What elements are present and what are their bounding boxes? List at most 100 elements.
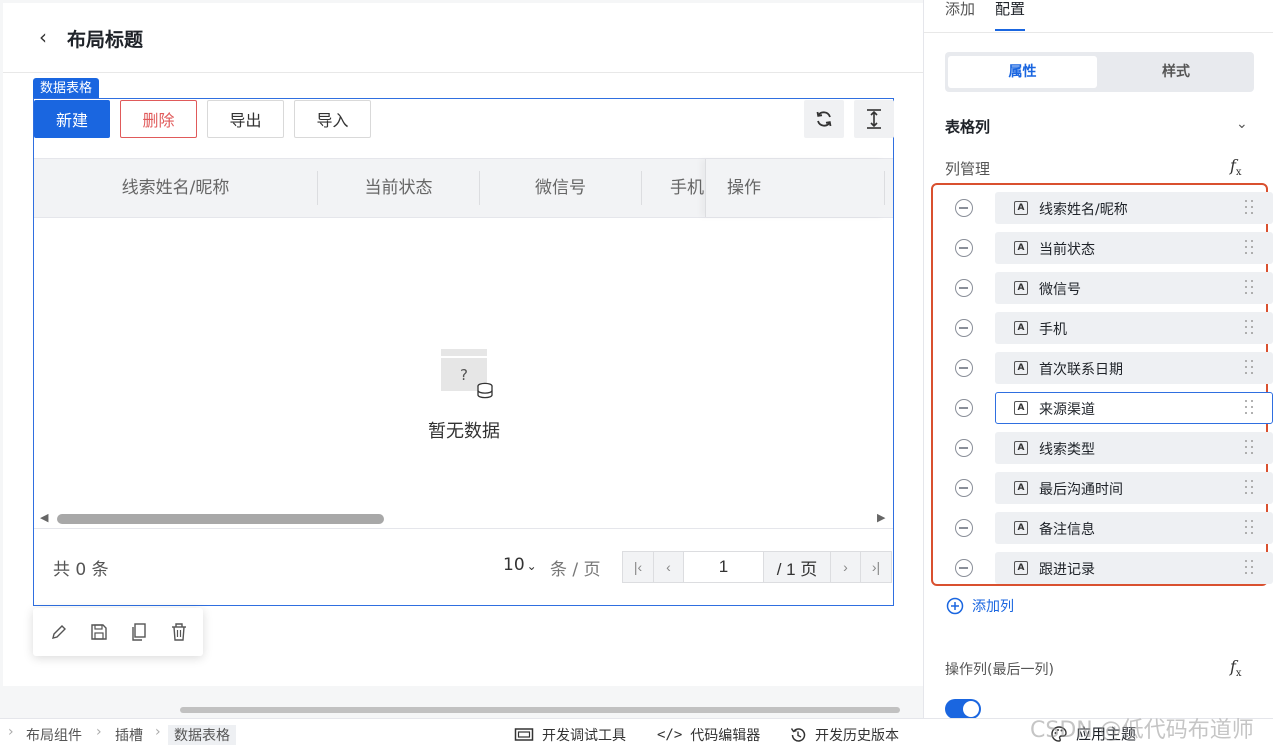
- scroll-right-icon[interactable]: ▶: [877, 511, 885, 524]
- add-column-button[interactable]: 添加列: [946, 596, 1014, 616]
- history-label: 开发历史版本: [815, 728, 899, 744]
- table-header-cell[interactable]: 线索姓名/昵称: [34, 159, 317, 217]
- column-pill[interactable]: A 手机: [995, 312, 1273, 344]
- plus-circle-icon: [946, 597, 964, 615]
- refresh-button[interactable]: [804, 100, 844, 138]
- first-page-button[interactable]: |‹: [622, 551, 654, 583]
- drag-handle-icon[interactable]: [1245, 320, 1255, 338]
- remove-circle-icon[interactable]: [955, 519, 973, 537]
- column-label: 来源渠道: [1039, 402, 1095, 418]
- ops-column-label: 操作: [727, 178, 761, 198]
- data-table-component[interactable]: 新建 删除 导出 导入 线索姓名/昵称 当前状态 微信号 手机 操作 ? 暂无数…: [33, 98, 894, 606]
- remove-circle-icon[interactable]: [955, 559, 973, 577]
- page-size-select[interactable]: 10 ⌄: [503, 555, 537, 575]
- column-item[interactable]: A 来源渠道: [945, 392, 1273, 424]
- text-type-icon: A: [1014, 281, 1028, 295]
- drag-handle-icon[interactable]: [1245, 280, 1255, 298]
- horizontal-scrollbar[interactable]: ◀ ▶: [34, 509, 893, 529]
- column-item[interactable]: A 线索姓名/昵称: [945, 192, 1273, 224]
- page-number-input[interactable]: 1: [683, 551, 764, 583]
- export-button[interactable]: 导出: [207, 100, 284, 138]
- empty-data-icon: ?: [441, 349, 493, 399]
- drag-handle-icon[interactable]: [1245, 440, 1255, 458]
- prev-page-button[interactable]: ‹: [653, 551, 684, 583]
- tab-add[interactable]: 添加: [945, 0, 975, 19]
- column-label: 当前状态: [1039, 242, 1095, 258]
- dev-tools-button[interactable]: 开发调试工具: [514, 725, 626, 745]
- tab-config[interactable]: 配置: [995, 0, 1025, 19]
- copy-icon[interactable]: [128, 621, 150, 643]
- column-item[interactable]: A 当前状态: [945, 232, 1273, 264]
- column-item[interactable]: A 线索类型: [945, 432, 1273, 464]
- fx-icon[interactable]: fx: [1230, 156, 1242, 178]
- canvas-horizontal-scrollbar[interactable]: [180, 707, 900, 713]
- last-page-button[interactable]: ›|: [860, 551, 892, 583]
- new-button[interactable]: 新建: [34, 100, 110, 138]
- drag-handle-icon[interactable]: [1245, 560, 1255, 578]
- chevron-down-icon[interactable]: ⌄: [1236, 115, 1248, 132]
- scrollbar-thumb[interactable]: [57, 514, 384, 524]
- add-column-label: 添加列: [972, 599, 1014, 615]
- section-title[interactable]: 表格列: [945, 116, 990, 137]
- remove-circle-icon[interactable]: [955, 279, 973, 297]
- table-header-cell[interactable]: 当前状态: [318, 159, 479, 217]
- breadcrumb-item[interactable]: 布局组件: [26, 725, 82, 745]
- remove-circle-icon[interactable]: [955, 239, 973, 257]
- column-pill[interactable]: A 微信号: [995, 272, 1273, 304]
- ops-column-toggle[interactable]: [945, 699, 981, 719]
- table-header-cell[interactable]: 微信号: [480, 159, 641, 217]
- column-pill[interactable]: A 最后沟通时间: [995, 472, 1273, 504]
- drag-handle-icon[interactable]: [1245, 240, 1255, 258]
- empty-state: ?: [414, 349, 514, 414]
- scroll-left-icon[interactable]: ◀: [40, 511, 48, 524]
- column-pill[interactable]: A 备注信息: [995, 512, 1273, 544]
- breadcrumb-item[interactable]: 插槽: [115, 725, 143, 745]
- remove-circle-icon[interactable]: [955, 199, 973, 217]
- column-item[interactable]: A 备注信息: [945, 512, 1273, 544]
- code-icon: </>: [657, 727, 683, 743]
- column-item[interactable]: A 最后沟通时间: [945, 472, 1273, 504]
- column-pill[interactable]: A 线索姓名/昵称: [995, 192, 1273, 224]
- breadcrumb-current[interactable]: 数据表格: [168, 725, 236, 745]
- trash-icon[interactable]: [168, 621, 190, 643]
- first-page-icon: |‹: [633, 559, 643, 575]
- history-button[interactable]: 开发历史版本: [789, 725, 899, 745]
- column-pill[interactable]: A 当前状态: [995, 232, 1273, 264]
- drag-handle-icon[interactable]: [1245, 480, 1255, 498]
- column-management-label: 列管理: [945, 160, 991, 178]
- delete-button[interactable]: 删除: [120, 100, 197, 138]
- column-pill[interactable]: A 首次联系日期: [995, 352, 1273, 384]
- remove-circle-icon[interactable]: [955, 319, 973, 337]
- chevron-right-icon: ›: [96, 724, 102, 740]
- column-item[interactable]: A 首次联系日期: [945, 352, 1273, 384]
- column-pill[interactable]: A 来源渠道: [995, 392, 1273, 424]
- segment-style[interactable]: 样式: [1101, 56, 1251, 88]
- chevron-right-icon: ›: [8, 724, 14, 740]
- ops-column-header: 操作: [705, 159, 885, 217]
- dev-tools-label: 开发调试工具: [542, 728, 626, 744]
- component-action-toolbar: [33, 608, 203, 656]
- drag-handle-icon[interactable]: [1245, 520, 1255, 538]
- column-item[interactable]: A 手机: [945, 312, 1273, 344]
- back-icon[interactable]: ‹: [39, 25, 47, 49]
- column-item[interactable]: A 微信号: [945, 272, 1273, 304]
- edit-icon[interactable]: [48, 621, 70, 643]
- column-pill[interactable]: A 线索类型: [995, 432, 1273, 464]
- code-editor-button[interactable]: </> 代码编辑器: [657, 725, 760, 745]
- column-item[interactable]: A 跟进记录: [945, 552, 1273, 584]
- chevron-left-icon: ‹: [666, 559, 671, 575]
- drag-handle-icon[interactable]: [1245, 400, 1255, 418]
- column-pill[interactable]: A 跟进记录: [995, 552, 1273, 584]
- next-page-button[interactable]: ›: [830, 551, 861, 583]
- remove-circle-icon[interactable]: [955, 399, 973, 417]
- remove-circle-icon[interactable]: [955, 479, 973, 497]
- drag-handle-icon[interactable]: [1245, 360, 1255, 378]
- fx-icon[interactable]: fx: [1230, 657, 1242, 679]
- save-icon[interactable]: [88, 621, 110, 643]
- remove-circle-icon[interactable]: [955, 359, 973, 377]
- drag-handle-icon[interactable]: [1245, 200, 1255, 218]
- remove-circle-icon[interactable]: [955, 439, 973, 457]
- import-button[interactable]: 导入: [294, 100, 371, 138]
- segment-attributes[interactable]: 属性: [948, 56, 1097, 88]
- row-height-button[interactable]: [854, 100, 894, 138]
